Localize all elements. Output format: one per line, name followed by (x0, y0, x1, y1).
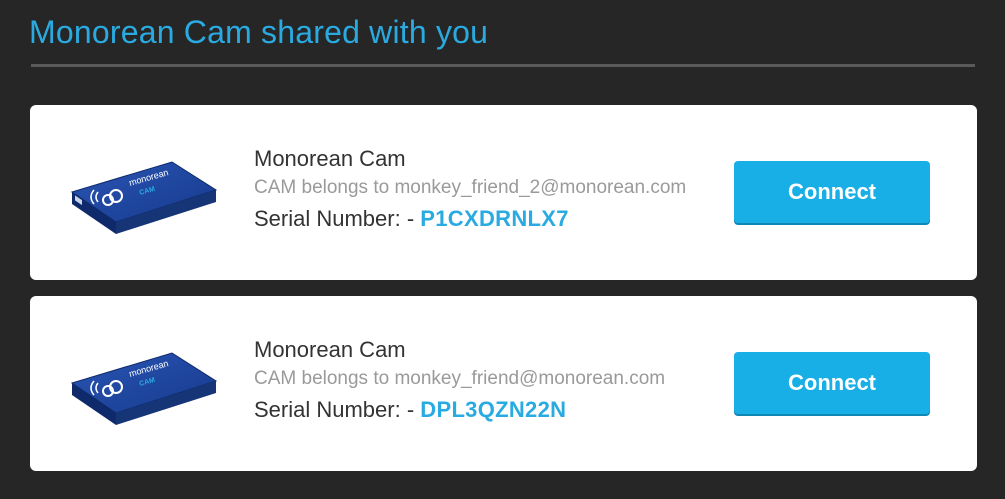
cam-name: Monorean Cam (254, 337, 406, 362)
cam-owner: CAM belongs to monkey_friend@monorean.co… (254, 368, 666, 389)
cam-info: Monorean Cam CAM belongs to monkey_frien… (254, 145, 686, 235)
monorean-cam-device-image: monorean CAM (70, 161, 218, 234)
serial-label: Serial Number: - (254, 397, 421, 422)
serial-number: DPL3QZN22N (420, 397, 567, 422)
shared-cams-page: Monorean Cam shared with you monorean CA… (0, 0, 1005, 499)
cam-info: Monorean Cam CAM belongs to monkey_frien… (254, 336, 665, 426)
cam-name: Monorean Cam (254, 146, 406, 171)
connect-button[interactable]: Connect (734, 161, 930, 223)
cam-serial-row: Serial Number: - P1CXDRNLX7 (254, 203, 686, 235)
title-divider (31, 64, 975, 67)
serial-label: Serial Number: - (254, 206, 421, 231)
cam-serial-row: Serial Number: - DPL3QZN22N (254, 394, 665, 426)
cam-card: monorean CAM Monorean Cam CAM belongs to… (30, 105, 977, 280)
monorean-cam-device-image: monorean CAM (70, 352, 218, 425)
page-title: Monorean Cam shared with you (29, 14, 489, 50)
cam-owner: CAM belongs to monkey_friend_2@monorean.… (254, 177, 687, 198)
serial-number: P1CXDRNLX7 (420, 206, 569, 231)
cam-card: monorean CAM Monorean Cam CAM belongs to… (30, 296, 977, 471)
connect-button[interactable]: Connect (734, 352, 930, 414)
